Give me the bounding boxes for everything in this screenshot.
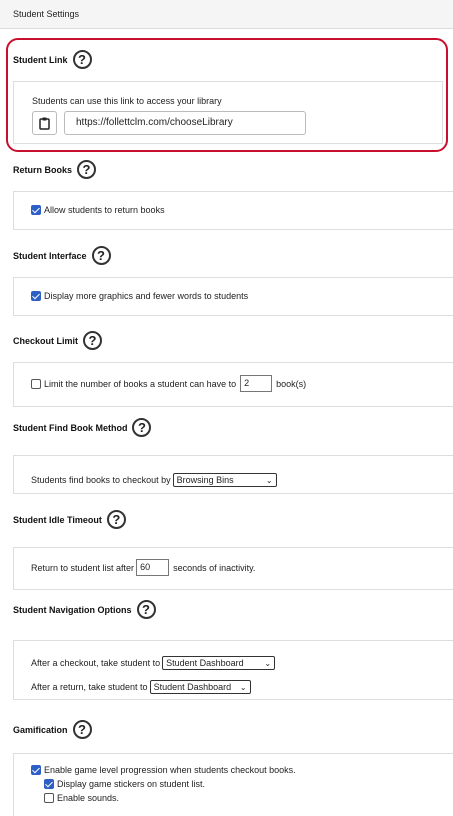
find-book-method-row: Students find books to checkout by Brows… bbox=[31, 473, 277, 487]
after-return-row: After a return, take student to Student … bbox=[31, 680, 251, 694]
game-stickers-checkbox[interactable] bbox=[44, 779, 54, 789]
gamification-option-stickers[interactable]: Display game stickers on student list. bbox=[44, 779, 205, 789]
return-books-label: Allow students to return books bbox=[44, 205, 165, 215]
panel-header: Student Settings bbox=[0, 0, 453, 29]
checkout-limit-checkbox[interactable] bbox=[31, 378, 41, 389]
idle-timeout-row: Return to student list after 60 seconds … bbox=[31, 559, 255, 576]
help-icon[interactable]: ? bbox=[106, 510, 126, 529]
after-return-label: After a return, take student to bbox=[31, 682, 148, 692]
idle-timeout-input[interactable]: 60 bbox=[136, 559, 170, 576]
panel-title: Student Settings bbox=[13, 9, 80, 19]
clipboard-icon bbox=[39, 117, 50, 130]
game-stickers-label: Display game stickers on student list. bbox=[57, 779, 206, 789]
after-return-selected: Student Dashboard bbox=[153, 682, 232, 692]
help-icon[interactable]: ? bbox=[136, 600, 156, 619]
find-book-method-title: Student Find Book Method bbox=[13, 422, 128, 433]
enable-sounds-label: Enable sounds. bbox=[57, 793, 120, 803]
student-interface-checkbox[interactable] bbox=[31, 291, 41, 301]
student-interface-section-title: Student Interface ? bbox=[13, 246, 111, 265]
enable-sounds-checkbox[interactable] bbox=[44, 793, 54, 803]
idle-timeout-title: Student Idle Timeout bbox=[13, 514, 102, 525]
checkout-limit-row: Limit the number of books a student can … bbox=[31, 375, 306, 392]
idle-timeout-label: Return to student list after bbox=[31, 562, 135, 573]
return-books-title: Return Books bbox=[13, 164, 73, 175]
student-link-title: Student Link bbox=[13, 54, 68, 65]
after-return-select[interactable]: Student Dashboard ⌄ bbox=[149, 680, 251, 694]
checkout-limit-label: Limit the number of books a student can … bbox=[44, 378, 237, 389]
after-checkout-row: After a checkout, take student to Studen… bbox=[31, 656, 276, 670]
find-book-method-select[interactable]: Browsing Bins ⌄ bbox=[172, 473, 277, 487]
chevron-down-icon: ⌄ bbox=[239, 682, 247, 692]
copy-link-button[interactable] bbox=[32, 111, 57, 135]
gamification-option-progression[interactable]: Enable game level progression when stude… bbox=[31, 765, 296, 775]
gamification-option-sounds[interactable]: Enable sounds. bbox=[44, 793, 119, 803]
help-icon[interactable]: ? bbox=[72, 50, 92, 69]
idle-timeout-unit: seconds of inactivity. bbox=[173, 562, 256, 573]
after-checkout-select[interactable]: Student Dashboard ⌄ bbox=[162, 656, 276, 670]
checkout-limit-input[interactable]: 2 bbox=[240, 375, 273, 392]
help-icon[interactable]: ? bbox=[72, 720, 92, 739]
student-interface-label: Display more graphics and fewer words to… bbox=[44, 291, 249, 301]
return-books-checkbox[interactable] bbox=[31, 205, 41, 215]
find-book-method-label: Students find books to checkout by bbox=[31, 475, 171, 485]
navigation-options-title: Student Navigation Options bbox=[13, 604, 132, 615]
game-level-progression-label: Enable game level progression when stude… bbox=[44, 765, 296, 775]
find-book-method-section-title: Student Find Book Method ? bbox=[13, 418, 152, 437]
checkout-limit-title: Checkout Limit bbox=[13, 335, 79, 346]
student-interface-title: Student Interface bbox=[13, 250, 87, 261]
after-checkout-label: After a checkout, take student to bbox=[31, 658, 161, 668]
checkout-limit-section-title: Checkout Limit ? bbox=[13, 331, 103, 350]
help-icon[interactable]: ? bbox=[77, 160, 97, 179]
find-book-method-selected: Browsing Bins bbox=[176, 475, 234, 485]
chevron-down-icon: ⌄ bbox=[265, 475, 273, 485]
student-link-section-title: Student Link ? bbox=[13, 50, 92, 69]
game-level-progression-checkbox[interactable] bbox=[31, 765, 41, 775]
return-books-section-title: Return Books ? bbox=[13, 160, 97, 179]
gamification-title: Gamification bbox=[13, 724, 68, 735]
after-checkout-selected: Student Dashboard bbox=[166, 658, 244, 668]
student-interface-option[interactable]: Display more graphics and fewer words to… bbox=[31, 291, 248, 301]
help-icon[interactable]: ? bbox=[91, 246, 111, 265]
idle-timeout-section-title: Student Idle Timeout ? bbox=[13, 510, 126, 529]
return-books-option[interactable]: Allow students to return books bbox=[31, 205, 165, 215]
student-link-description: Students can use this link to access you… bbox=[32, 96, 222, 106]
help-icon[interactable]: ? bbox=[132, 418, 152, 437]
navigation-options-section-title: Student Navigation Options ? bbox=[13, 600, 156, 619]
help-icon[interactable]: ? bbox=[83, 331, 103, 350]
chevron-down-icon: ⌄ bbox=[264, 658, 272, 668]
gamification-section-title: Gamification ? bbox=[13, 720, 92, 739]
student-link-field[interactable]: https://follettclm.com/chooseLibrary bbox=[64, 111, 306, 135]
checkout-limit-unit: book(s) bbox=[276, 378, 307, 389]
